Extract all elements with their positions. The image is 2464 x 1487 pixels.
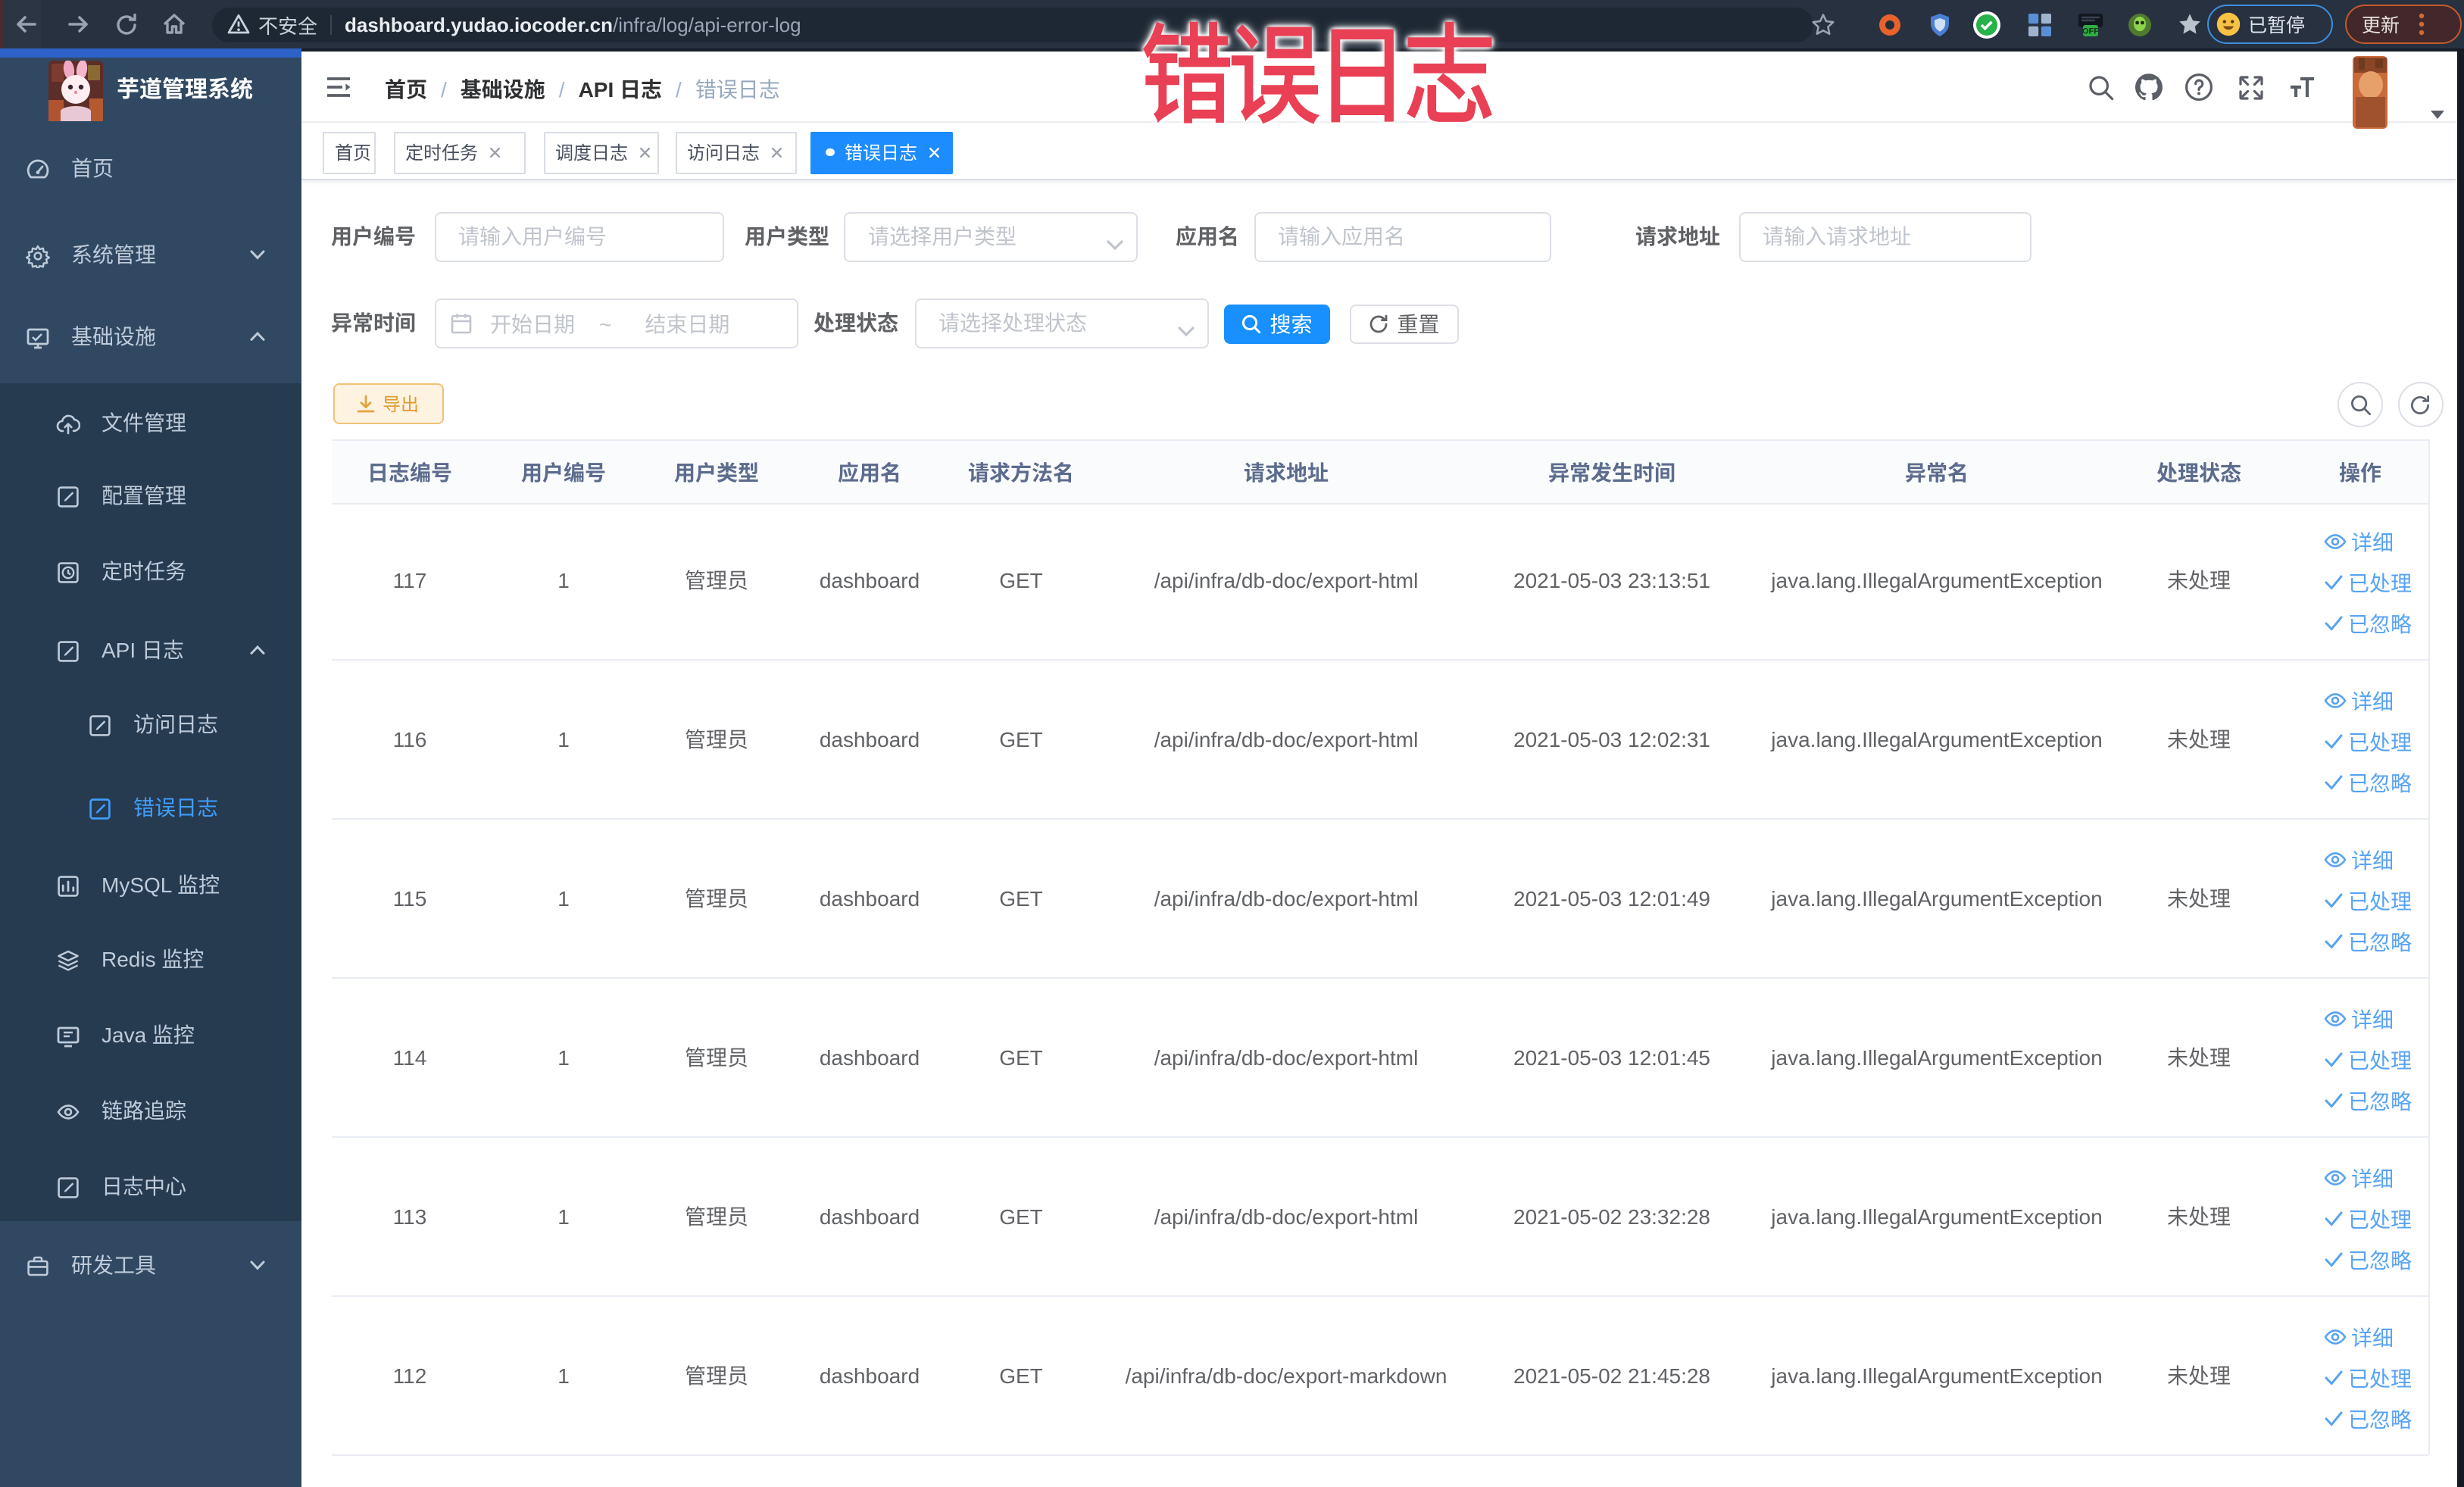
svg-text:OFF: OFF xyxy=(2081,26,2098,35)
